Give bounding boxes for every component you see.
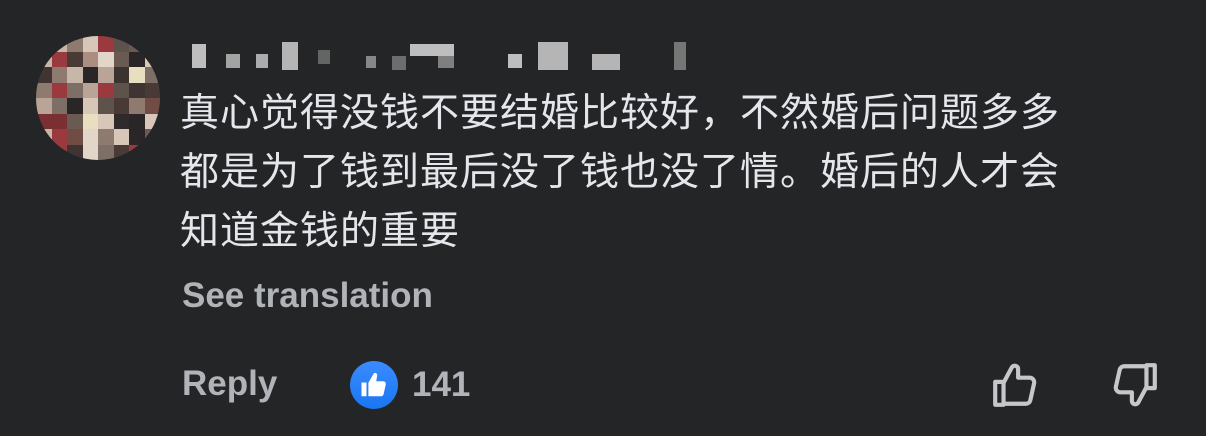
like-count: 141: [412, 365, 471, 404]
comment-line: 都是为了钱到最后没了钱也没了情。婚后的人才会: [180, 150, 1061, 195]
see-translation-link[interactable]: See translation: [182, 276, 433, 316]
thumbs-up-outline-icon: [993, 363, 1037, 407]
comment-text: 真心觉得没钱不要结婚比较好，不然婚后问题多多 都是为了钱到最后没了钱也没了情。婚…: [180, 84, 1180, 261]
comment-line: 知道金钱的重要: [180, 209, 461, 254]
avatar[interactable]: [36, 36, 160, 160]
thumbs-down-outline-icon: [1113, 363, 1157, 407]
like-reaction-icon: [350, 361, 398, 409]
redacted-username[interactable]: [186, 36, 706, 72]
reply-button[interactable]: Reply: [182, 364, 277, 404]
thumbs-up-button[interactable]: [988, 358, 1042, 412]
comment-line: 真心觉得没钱不要结婚比较好，不然婚后问题多多: [180, 91, 1061, 136]
thumbs-down-button[interactable]: [1108, 358, 1162, 412]
reaction-summary[interactable]: 141: [350, 360, 470, 410]
